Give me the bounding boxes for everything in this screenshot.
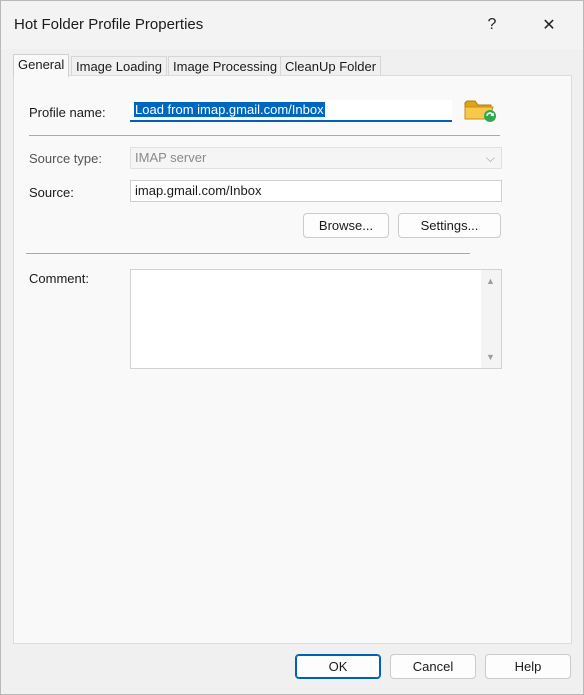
close-icon[interactable]: ✕ — [526, 1, 572, 49]
cancel-button[interactable]: Cancel — [390, 654, 476, 679]
title-bar: Hot Folder Profile Properties ? ✕ — [1, 1, 583, 49]
dialog-window: Hot Folder Profile Properties ? ✕ Genera… — [0, 0, 584, 695]
source-type-select[interactable]: IMAP server ⌵ — [130, 147, 502, 169]
comment-textarea[interactable]: ▲ ▼ — [130, 269, 502, 369]
folder-refresh-icon[interactable] — [463, 94, 499, 124]
source-type-value: IMAP server — [135, 150, 207, 165]
scroll-up-arrow-icon[interactable]: ▲ — [486, 276, 495, 286]
browse-button[interactable]: Browse... — [303, 213, 389, 238]
source-type-label: Source type: — [29, 151, 102, 166]
tab-image-loading[interactable]: Image Loading — [71, 56, 168, 76]
scroll-down-arrow-icon[interactable]: ▼ — [486, 352, 495, 362]
ok-button[interactable]: OK — [295, 654, 381, 679]
chevron-down-icon: ⌵ — [485, 151, 495, 165]
profile-name-value: Load from imap.gmail.com/Inbox — [134, 102, 325, 117]
separator-top — [29, 135, 500, 136]
help-button[interactable]: Help — [485, 654, 571, 679]
comment-label: Comment: — [29, 271, 89, 286]
general-panel: Profile name: Load from imap.gmail.com/I… — [13, 75, 572, 644]
window-title: Hot Folder Profile Properties — [14, 16, 204, 33]
profile-name-input[interactable]: Load from imap.gmail.com/Inbox — [130, 100, 452, 122]
comment-text — [131, 270, 501, 276]
source-input[interactable]: imap.gmail.com/Inbox — [130, 180, 502, 202]
source-label: Source: — [29, 185, 74, 200]
separator-middle — [26, 253, 470, 254]
tab-general[interactable]: General — [13, 54, 70, 77]
tab-image-processing[interactable]: Image Processing — [168, 56, 283, 76]
help-icon[interactable]: ? — [469, 1, 515, 49]
profile-name-label: Profile name: — [29, 105, 106, 120]
settings-button[interactable]: Settings... — [398, 213, 501, 238]
comment-scrollbar[interactable]: ▲ ▼ — [481, 270, 501, 368]
source-value: imap.gmail.com/Inbox — [135, 183, 262, 198]
tab-cleanup-folder[interactable]: CleanUp Folder — [280, 56, 382, 76]
